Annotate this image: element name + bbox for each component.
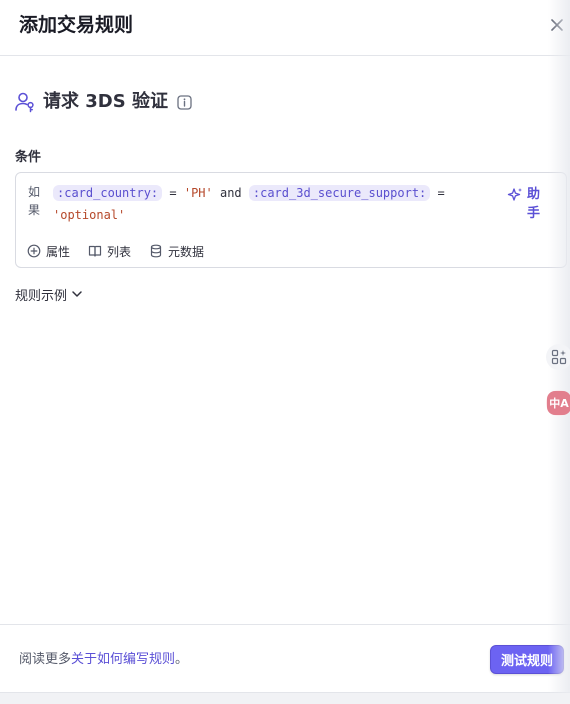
dialog-header: 添加交易规则 <box>0 0 570 56</box>
database-icon <box>150 244 162 258</box>
action-label: 列表 <box>107 244 132 259</box>
footer-help-text: 阅读更多关于如何编写规则。 <box>19 651 188 669</box>
translate-icon: 中A <box>547 391 570 415</box>
field-token-3ds-support[interactable]: :card_3d_secure_support: <box>248 185 431 201</box>
footer-text-suffix: 。 <box>175 652 189 667</box>
string-value: 'PH' <box>183 186 213 200</box>
add-metadata-button[interactable]: 元数据 <box>149 243 204 260</box>
string-value: 'optional' <box>53 208 126 222</box>
operator: = <box>430 186 445 200</box>
rule-examples-label: 规则示例 <box>15 288 68 304</box>
rules-docs-link[interactable]: 关于如何编写规则 <box>71 652 175 667</box>
joiner-and: and <box>212 186 249 200</box>
action-label: 元数据 <box>168 244 205 259</box>
add-attribute-button[interactable]: 属性 <box>27 243 70 260</box>
dialog-footer: 阅读更多关于如何编写规则。 测试规则 <box>0 624 570 693</box>
sparkle-icon <box>507 188 522 201</box>
apps-button[interactable] <box>546 344 570 370</box>
add-list-button[interactable]: 列表 <box>88 243 131 260</box>
condition-actions: 属性 列表 元数据 <box>27 241 222 261</box>
translate-button[interactable]: 中A <box>546 390 570 416</box>
assistant-button[interactable]: 助手 <box>507 185 551 223</box>
conditions-label: 条件 <box>15 150 42 165</box>
field-token-card-country[interactable]: :card_country: <box>53 185 163 201</box>
operator: = <box>162 186 184 200</box>
action-label: 属性 <box>46 244 71 259</box>
dialog-title: 添加交易规则 <box>19 14 134 36</box>
book-icon <box>88 245 102 257</box>
assistant-label: 助手 <box>527 187 541 221</box>
rule-heading: 请求 3DS 验证 <box>14 89 192 115</box>
condition-expression[interactable]: :card_country: = 'PH' and :card_3d_secur… <box>53 182 453 226</box>
apps-icon <box>551 349 567 365</box>
condition-editor[interactable]: 如果 :card_country: = 'PH' and :card_3d_se… <box>15 172 567 268</box>
footer-text-prefix: 阅读更多 <box>19 652 72 667</box>
info-icon <box>177 94 192 110</box>
user-key-icon <box>15 92 34 113</box>
rule-info-button[interactable] <box>177 94 192 110</box>
if-label: 如果 <box>28 185 41 217</box>
rule-title: 请求 3DS 验证 <box>43 91 168 112</box>
chevron-down-icon <box>72 291 82 297</box>
plus-circle-icon <box>27 244 41 258</box>
rule-examples-toggle[interactable]: 规则示例 <box>15 284 83 304</box>
add-rule-dialog: 添加交易规则 请求 3DS 验证 条件 如果 :card_country: = … <box>0 0 570 693</box>
